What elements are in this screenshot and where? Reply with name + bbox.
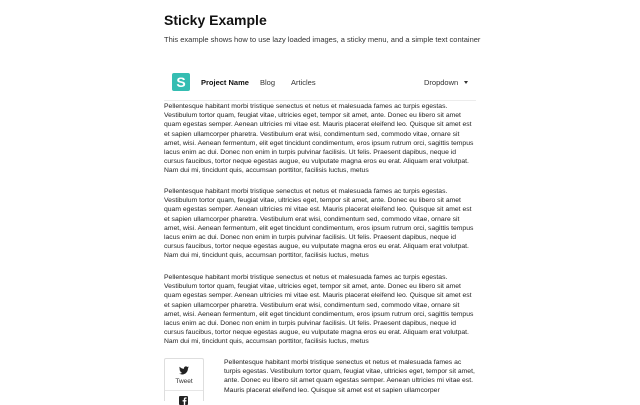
caret-down-icon[interactable] <box>464 81 468 84</box>
menu-item-articles[interactable]: Articles <box>291 78 316 87</box>
tweet-label: Tweet <box>175 378 193 385</box>
text-paragraph: Pellentesque habitant morbi tristique se… <box>164 103 474 175</box>
facebook-icon[interactable] <box>179 396 188 405</box>
menu-item-blog[interactable]: Blog <box>260 78 275 87</box>
menu-project-name[interactable]: Project Name <box>201 78 249 87</box>
share-sidebar: Tweet <box>164 358 204 405</box>
sticky-menu: S Project Name Blog Articles Dropdown <box>164 66 476 101</box>
page-title: Sticky Example <box>164 12 267 28</box>
text-paragraph: Pellentesque habitant morbi tristique se… <box>164 274 474 346</box>
logo[interactable]: S <box>172 73 190 91</box>
text-paragraph: Pellentesque habitant morbi tristique se… <box>224 359 475 394</box>
tweet-button[interactable]: Tweet <box>165 359 203 391</box>
text-paragraph: Pellentesque habitant morbi tristique se… <box>164 188 474 260</box>
menu-dropdown[interactable]: Dropdown <box>424 78 458 87</box>
page-subtitle: This example shows how to use lazy loade… <box>164 35 481 44</box>
twitter-icon <box>179 366 189 375</box>
